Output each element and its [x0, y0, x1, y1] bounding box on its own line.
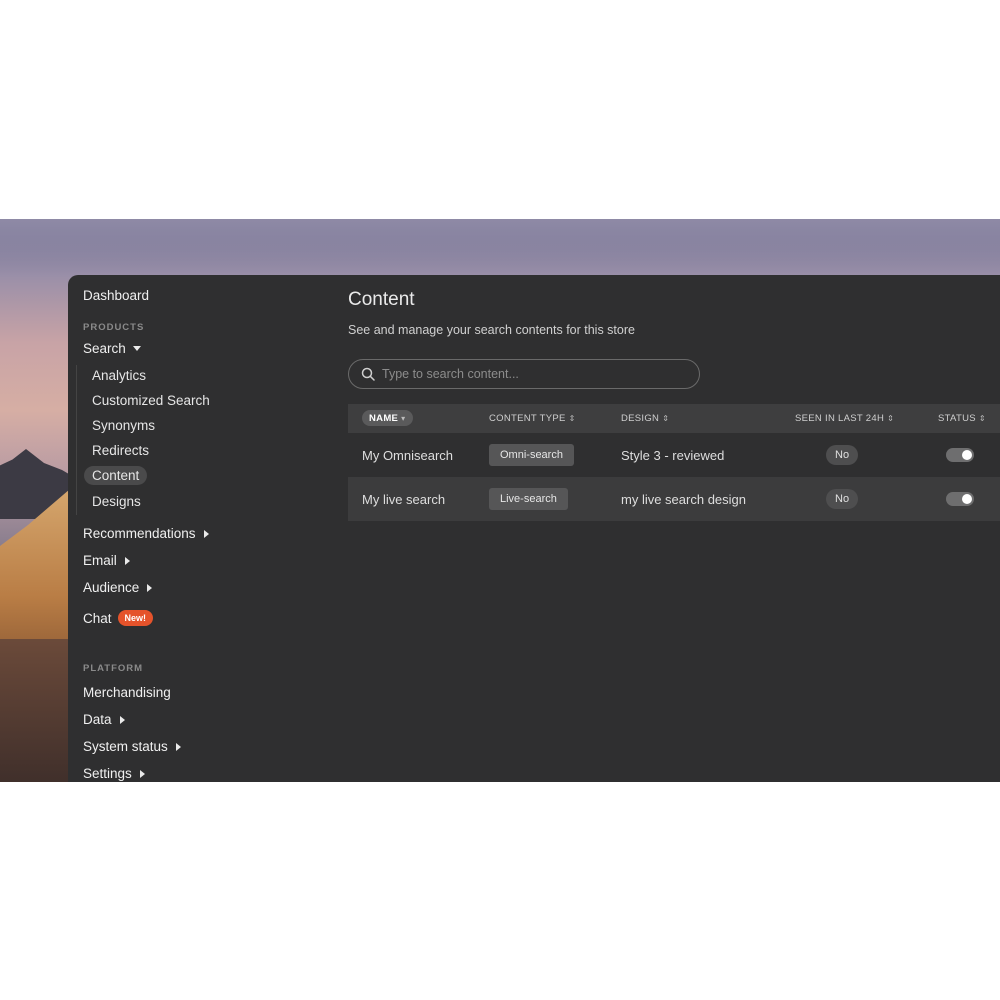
column-name-label: NAME	[369, 412, 399, 424]
content-type-pill: Live-search	[489, 488, 568, 510]
nav-merchandising[interactable]: Merchandising	[83, 685, 171, 700]
search-field[interactable]	[348, 359, 700, 389]
nav-recommendations[interactable]: Recommendations	[83, 526, 209, 541]
nav-system-status-label: System status	[83, 739, 168, 754]
search-input[interactable]	[382, 367, 682, 381]
sidebar: Dashboard PRODUCTS Search Analytics Cust…	[68, 275, 328, 782]
nav-email-label: Email	[83, 553, 117, 568]
chevron-right-icon	[124, 556, 130, 565]
toggle-knob	[962, 450, 972, 460]
new-badge: New!	[117, 610, 154, 626]
column-status-label: STATUS	[938, 413, 976, 424]
main-content: Content See and manage your search conte…	[348, 275, 1000, 782]
chevron-right-icon	[139, 769, 145, 778]
sidebar-item-designs[interactable]: Designs	[92, 494, 141, 509]
nav-data-label: Data	[83, 712, 112, 727]
nav-search-label: Search	[83, 341, 126, 356]
column-header-design[interactable]: DESIGN ⇕	[621, 404, 669, 433]
search-icon	[361, 367, 375, 381]
column-header-content-type[interactable]: CONTENT TYPE ⇕	[489, 404, 576, 433]
nav-dashboard[interactable]: Dashboard	[83, 288, 149, 303]
nav-settings[interactable]: Settings	[83, 766, 145, 781]
row-name[interactable]: My Omnisearch	[362, 433, 453, 477]
nav-system-status[interactable]: System status	[83, 739, 181, 754]
nav-settings-label: Settings	[83, 766, 132, 781]
column-design-label: DESIGN	[621, 413, 660, 424]
submenu-rail	[76, 365, 77, 515]
column-header-status[interactable]: STATUS ⇕	[938, 404, 986, 433]
sidebar-item-content[interactable]: Content	[84, 466, 148, 485]
sort-icon: ⇕	[978, 414, 986, 423]
row-design: Style 3 - reviewed	[621, 447, 725, 463]
content-type-pill: Omni-search	[489, 444, 574, 466]
page-title: Content	[348, 289, 415, 310]
chevron-right-icon	[119, 715, 125, 724]
nav-audience[interactable]: Audience	[83, 580, 153, 595]
column-header-seen[interactable]: SEEN IN LAST 24H ⇕	[795, 404, 894, 433]
table-header: NAME ▾ CONTENT TYPE ⇕ DESIGN ⇕ SEEN IN L…	[348, 404, 1000, 433]
chevron-down-icon	[132, 346, 141, 351]
content-table: NAME ▾ CONTENT TYPE ⇕ DESIGN ⇕ SEEN IN L…	[348, 404, 1000, 521]
table-row[interactable]: My Omnisearch Omni-search Style 3 - revi…	[348, 433, 1000, 477]
nav-data[interactable]: Data	[83, 712, 125, 727]
table-row[interactable]: My live search Live-search my live searc…	[348, 477, 1000, 521]
nav-chat-label: Chat	[83, 610, 112, 626]
chevron-right-icon	[175, 742, 181, 751]
page-subtitle: See and manage your search contents for …	[348, 323, 635, 337]
nav-email[interactable]: Email	[83, 553, 130, 568]
sort-icon: ⇕	[662, 414, 670, 423]
sidebar-item-synonyms[interactable]: Synonyms	[92, 418, 155, 433]
sort-icon: ⇕	[568, 414, 576, 423]
toggle-knob	[962, 494, 972, 504]
app-window: Dashboard PRODUCTS Search Analytics Cust…	[68, 275, 1000, 782]
sort-icon: ⇕	[887, 414, 895, 423]
nav-audience-label: Audience	[83, 580, 140, 595]
sidebar-item-customized-search[interactable]: Customized Search	[92, 393, 210, 408]
column-header-name[interactable]: NAME ▾	[362, 410, 413, 426]
row-design: my live search design	[621, 491, 746, 507]
column-content-type-label: CONTENT TYPE	[489, 413, 566, 424]
row-name[interactable]: My live search	[362, 477, 445, 521]
chevron-right-icon	[147, 583, 153, 592]
section-label-products: PRODUCTS	[83, 322, 145, 333]
column-seen-label: SEEN IN LAST 24H	[795, 413, 885, 424]
status-toggle[interactable]	[946, 492, 974, 506]
nav-search[interactable]: Search	[83, 341, 141, 356]
nav-chat[interactable]: Chat New!	[83, 610, 154, 626]
status-toggle[interactable]	[946, 448, 974, 462]
sidebar-item-redirects[interactable]: Redirects	[92, 443, 149, 458]
chevron-right-icon	[203, 529, 209, 538]
seen-badge: No	[826, 445, 859, 465]
seen-badge: No	[826, 489, 859, 509]
nav-recommendations-label: Recommendations	[83, 526, 196, 541]
nav-merchandising-label: Merchandising	[83, 685, 171, 700]
sort-desc-icon: ▾	[401, 413, 406, 423]
sidebar-item-analytics[interactable]: Analytics	[92, 368, 146, 383]
section-label-platform: PLATFORM	[83, 663, 144, 674]
